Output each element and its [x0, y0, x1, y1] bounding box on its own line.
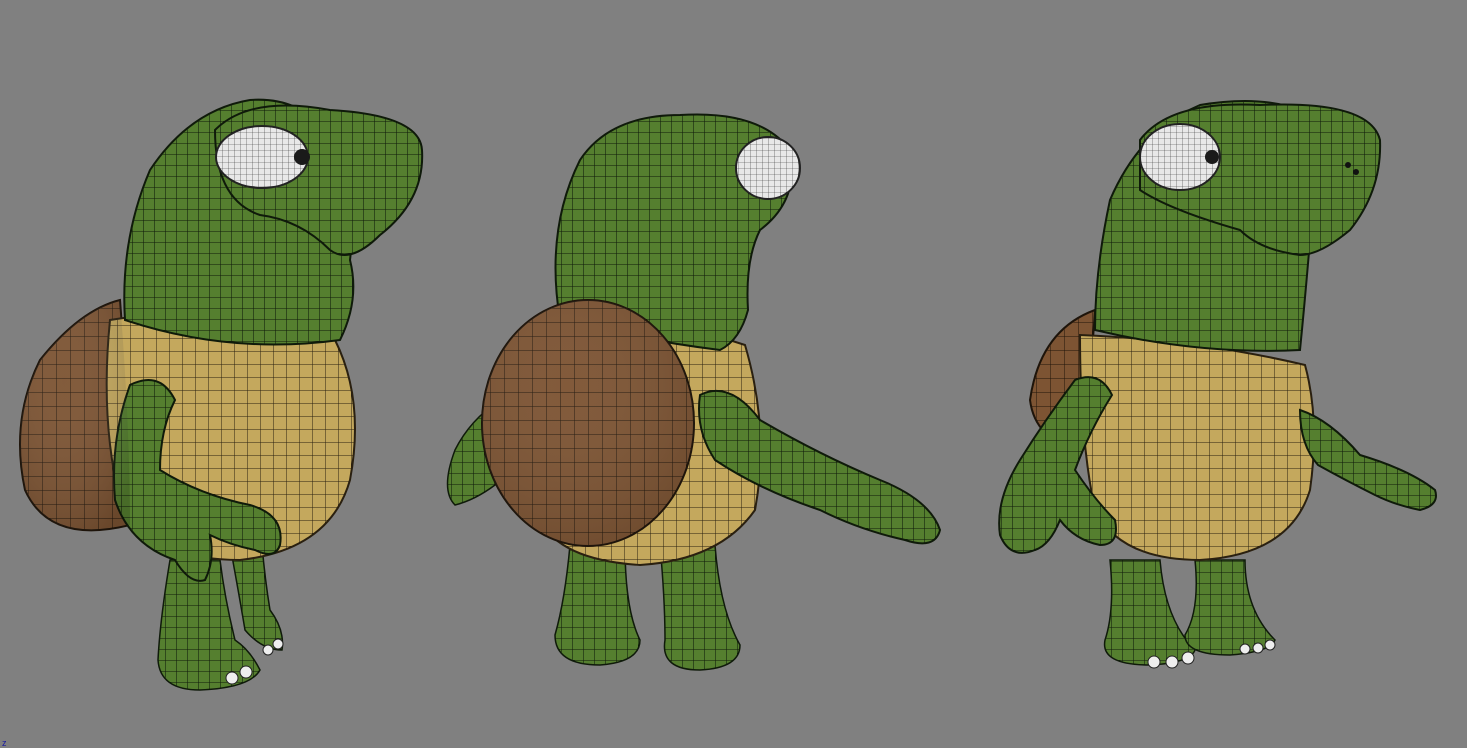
viewport-canvas[interactable]: [0, 0, 1467, 748]
left-turtle-legs: [157, 544, 284, 691]
3d-viewport[interactable]: z: [0, 0, 1467, 748]
center-turtle-eye: [735, 136, 801, 200]
axis-indicator: z: [2, 738, 7, 748]
right-turtle-far-arm: [1298, 408, 1437, 512]
turtle-back-view[interactable]: [446, 113, 942, 671]
turtle-three-quarter-view[interactable]: [19, 98, 424, 691]
right-turtle-legs: [1103, 559, 1276, 669]
turtle-front-three-quarter-view[interactable]: [998, 100, 1437, 669]
